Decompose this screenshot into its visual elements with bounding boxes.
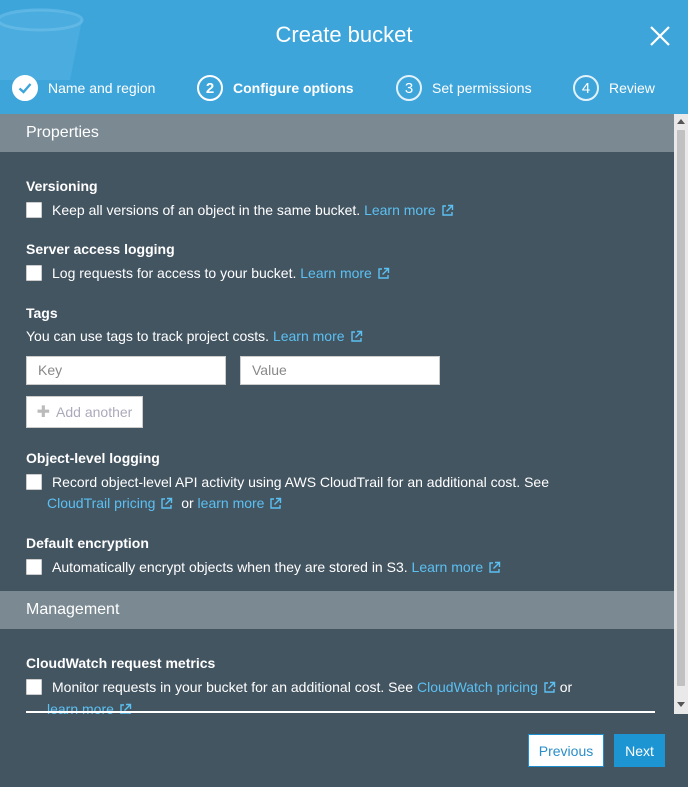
tag-value-input[interactable]: Value xyxy=(240,356,440,385)
dialog-header: Create bucket Name and region 2 Configur… xyxy=(0,0,688,114)
add-another-tag-button[interactable]: ✚ Add another xyxy=(26,396,143,428)
tags-group: Tags You can use tags to track project c… xyxy=(0,305,674,428)
object-logging-group: Object-level logging Record object-level… xyxy=(0,450,674,511)
object-logging-learn-more-link[interactable]: learn more xyxy=(198,495,283,511)
step-review[interactable]: 4 Review xyxy=(573,74,655,102)
versioning-learn-more-link[interactable]: Learn more xyxy=(364,202,454,218)
cloudwatch-text: Monitor requests in your bucket for an a… xyxy=(52,679,414,695)
versioning-group: Versioning Keep all versions of an objec… xyxy=(0,178,674,218)
scroll-down-arrow-icon[interactable] xyxy=(677,702,685,707)
step-configure-options[interactable]: 2 Configure options xyxy=(197,74,354,102)
step-name-and-region[interactable]: Name and region xyxy=(12,74,155,102)
step-number: 3 xyxy=(396,75,422,101)
properties-section-header: Properties xyxy=(0,114,674,152)
scrollbar-thumb[interactable] xyxy=(677,130,685,686)
tag-key-input[interactable]: Key xyxy=(26,356,226,385)
versioning-text: Keep all versions of an object in the sa… xyxy=(52,202,361,218)
or-text: or xyxy=(181,495,194,511)
external-link-icon xyxy=(270,497,282,509)
vertical-scrollbar[interactable] xyxy=(674,114,688,714)
cloudtrail-pricing-link[interactable]: CloudTrail pricing xyxy=(47,495,173,511)
step-label: Review xyxy=(609,80,655,96)
encryption-learn-more-link[interactable]: Learn more xyxy=(412,559,502,575)
step-label: Name and region xyxy=(48,80,156,96)
tags-learn-more-link[interactable]: Learn more xyxy=(273,328,363,344)
scroll-up-arrow-icon[interactable] xyxy=(677,119,685,124)
dialog-title: Create bucket xyxy=(275,22,413,47)
tags-text: You can use tags to track project costs. xyxy=(26,328,270,344)
server-logging-checkbox[interactable] xyxy=(26,265,42,281)
server-logging-text: Log requests for access to your bucket. xyxy=(52,265,297,281)
or-text: or xyxy=(559,679,573,695)
wizard-steps: Name and region 2 Configure options 3 Se… xyxy=(0,74,688,104)
encryption-checkbox[interactable] xyxy=(26,559,42,575)
object-logging-title: Object-level logging xyxy=(26,450,160,466)
external-link-icon xyxy=(489,561,501,573)
add-another-label: Add another xyxy=(56,404,133,420)
step-label: Configure options xyxy=(233,80,354,96)
cloudwatch-group: CloudWatch request metrics Monitor reque… xyxy=(0,655,674,714)
divider xyxy=(26,711,655,713)
external-link-icon xyxy=(161,497,173,509)
external-link-icon xyxy=(350,330,362,342)
plus-icon: ✚ xyxy=(36,404,51,421)
step-number: 4 xyxy=(573,75,599,101)
encryption-text: Automatically encrypt objects when they … xyxy=(52,559,408,575)
previous-button[interactable]: Previous xyxy=(528,734,604,767)
external-link-icon xyxy=(544,681,556,693)
step-number: 2 xyxy=(197,75,223,101)
encryption-title: Default encryption xyxy=(26,535,149,551)
external-link-icon xyxy=(378,267,390,279)
options-scroll-area[interactable]: Properties Versioning Keep all versions … xyxy=(0,114,674,714)
server-logging-group: Server access logging Log requests for a… xyxy=(0,241,674,281)
server-logging-learn-more-link[interactable]: Learn more xyxy=(300,265,390,281)
object-logging-checkbox[interactable] xyxy=(26,474,42,490)
cloudwatch-checkbox[interactable] xyxy=(26,679,42,695)
server-logging-title: Server access logging xyxy=(26,241,175,257)
versioning-checkbox[interactable] xyxy=(26,202,42,218)
cloudwatch-pricing-link[interactable]: CloudWatch pricing xyxy=(417,679,556,695)
step-set-permissions[interactable]: 3 Set permissions xyxy=(396,74,532,102)
external-link-icon xyxy=(441,204,453,216)
close-icon[interactable] xyxy=(648,24,672,48)
management-section-header: Management xyxy=(0,591,674,629)
encryption-group: Default encryption Automatically encrypt… xyxy=(0,535,674,575)
object-logging-text: Record object-level API activity using A… xyxy=(52,474,549,490)
cloudwatch-title: CloudWatch request metrics xyxy=(26,655,216,671)
versioning-title: Versioning xyxy=(26,178,98,194)
step-label: Set permissions xyxy=(432,80,532,96)
tags-title: Tags xyxy=(26,305,58,321)
checkmark-icon xyxy=(12,75,38,101)
next-button[interactable]: Next xyxy=(614,734,665,767)
